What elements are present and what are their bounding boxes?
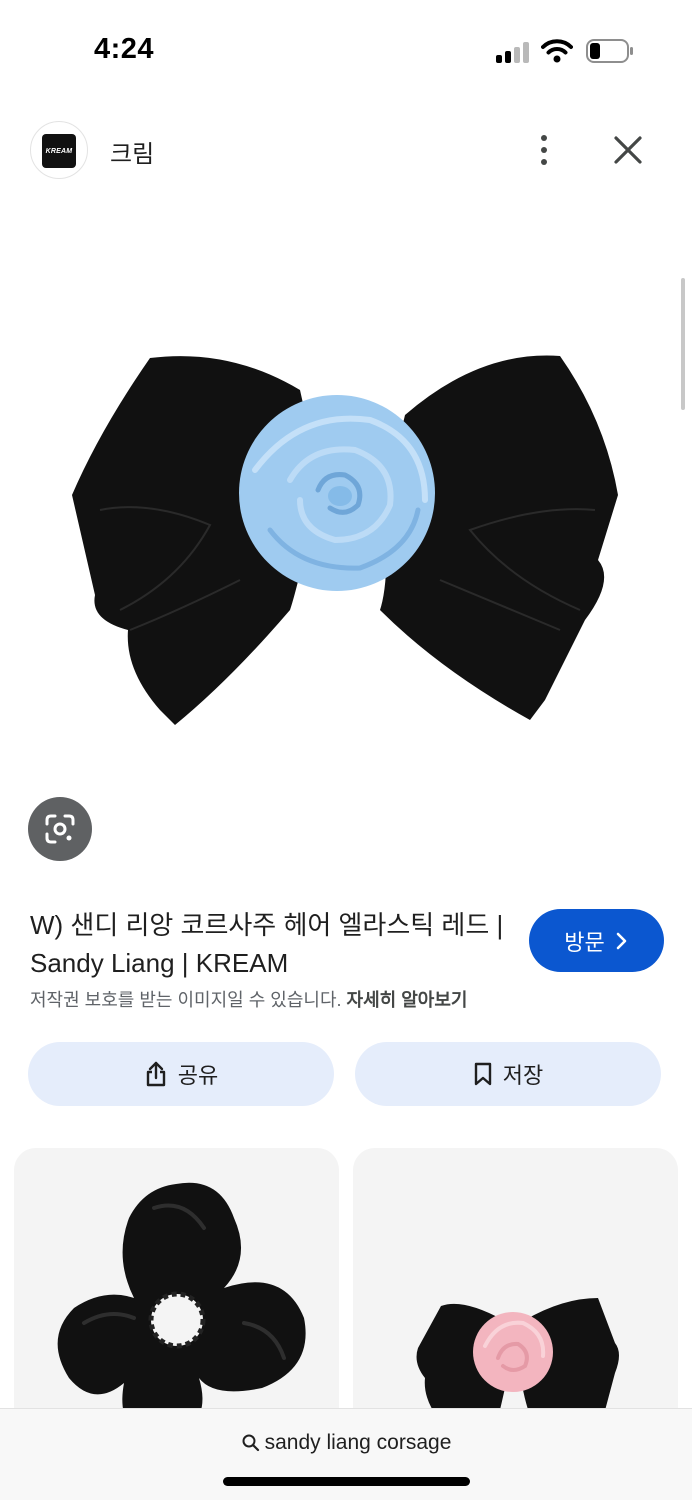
- chevron-right-icon: [616, 932, 627, 949]
- result-title[interactable]: W) 샌디 리앙 코르사주 헤어 엘라스틱 레드 | Sandy Liang |…: [30, 906, 510, 982]
- copyright-notice: 저작권 보호를 받는 이미지일 수 있습니다. 자세히 알아보기: [30, 986, 467, 1012]
- save-label: 저장: [502, 1063, 544, 1088]
- related-image-pink-bow: [416, 1298, 619, 1418]
- save-button[interactable]: 저장: [355, 1042, 661, 1106]
- search-icon: [242, 1434, 259, 1452]
- lens-icon: [45, 814, 75, 844]
- search-query[interactable]: sandy liang corsage: [0, 1431, 692, 1455]
- share-button[interactable]: 공유: [28, 1042, 334, 1106]
- home-indicator[interactable]: [223, 1477, 470, 1486]
- cellular-signal-icon: [496, 41, 532, 63]
- status-time: 4:24: [94, 33, 155, 65]
- scroll-indicator[interactable]: [681, 278, 685, 410]
- lens-button[interactable]: [28, 797, 92, 861]
- copyright-text: 저작권 보호를 받는 이미지일 수 있습니다.: [30, 990, 342, 1010]
- share-label: 공유: [177, 1063, 219, 1088]
- share-icon: [146, 1061, 165, 1087]
- more-vertical-icon[interactable]: [526, 128, 562, 172]
- bottom-search-bar[interactable]: sandy liang corsage: [0, 1408, 692, 1500]
- visit-label: 방문: [564, 929, 605, 955]
- battery-icon: [586, 39, 633, 63]
- related-image-card[interactable]: [353, 1148, 678, 1448]
- site-favicon[interactable]: KREAM: [30, 121, 88, 179]
- search-query-text: sandy liang corsage: [264, 1431, 452, 1454]
- status-bar: 4:24: [0, 0, 692, 100]
- related-image-card[interactable]: [14, 1148, 339, 1448]
- kream-logo: KREAM: [42, 134, 76, 168]
- bookmark-icon: [474, 1062, 491, 1086]
- site-name[interactable]: 크림: [110, 134, 154, 169]
- visit-button[interactable]: 방문: [529, 909, 664, 972]
- product-image[interactable]: [0, 250, 692, 790]
- related-image-black-scrunchie: [57, 1182, 306, 1438]
- wifi-icon: [541, 39, 573, 63]
- viewer-header: KREAM 크림: [0, 118, 692, 182]
- learn-more-link[interactable]: 자세히 알아보기: [347, 990, 468, 1010]
- close-icon[interactable]: [608, 130, 648, 170]
